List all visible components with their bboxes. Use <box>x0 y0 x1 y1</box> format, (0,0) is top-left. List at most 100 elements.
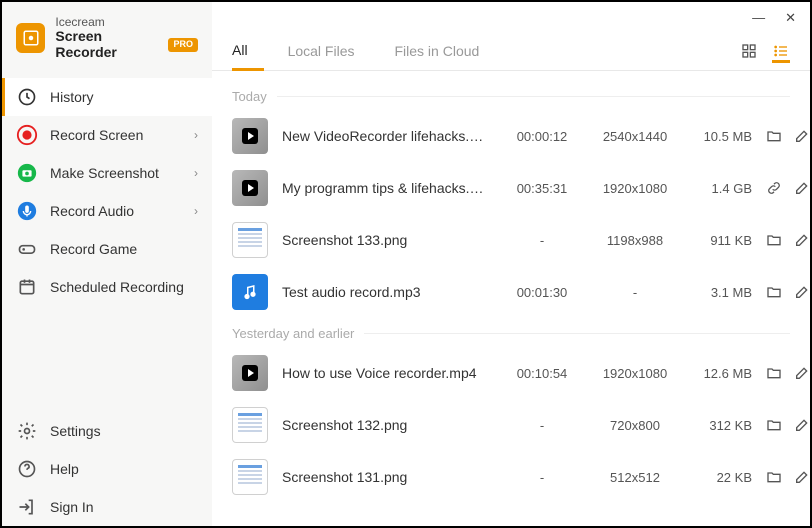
grid-view-button[interactable] <box>740 42 758 60</box>
play-icon <box>242 128 258 144</box>
edit-icon[interactable] <box>794 232 810 248</box>
help-icon <box>16 458 38 480</box>
window-controls: — ✕ <box>212 2 810 26</box>
file-duration: - <box>506 233 578 248</box>
close-button[interactable]: ✕ <box>785 10 796 26</box>
nav-label: Record Screen <box>50 127 182 143</box>
open-folder-icon[interactable] <box>766 128 782 144</box>
tab-local[interactable]: Local Files <box>288 33 371 69</box>
file-row: How to use Voice recorder.mp4 00:10:54 1… <box>212 347 810 399</box>
nav-record-audio[interactable]: Record Audio › <box>2 192 212 230</box>
image-thumbnail[interactable] <box>232 222 268 258</box>
calendar-icon <box>16 276 38 298</box>
nav-scheduled[interactable]: Scheduled Recording <box>2 268 212 306</box>
nav-make-screenshot[interactable]: Make Screenshot › <box>2 154 212 192</box>
file-list: Today New VideoRecorder lifehacks.mp4 00… <box>212 71 810 526</box>
nav-label: Record Game <box>50 241 198 257</box>
main: — ✕ All Local Files Files in Cloud Today… <box>212 2 810 526</box>
open-folder-icon[interactable] <box>766 284 782 300</box>
file-dimensions: 1198x988 <box>592 233 678 248</box>
file-size: 12.6 MB <box>692 366 752 381</box>
edit-icon[interactable] <box>794 469 810 485</box>
file-name[interactable]: Test audio record.mp3 <box>282 284 492 300</box>
nav-history[interactable]: History <box>2 78 212 116</box>
nav-record-screen[interactable]: Record Screen › <box>2 116 212 154</box>
nav-signin[interactable]: Sign In <box>2 488 212 526</box>
edit-icon[interactable] <box>794 284 810 300</box>
pro-badge: PRO <box>168 38 198 52</box>
video-thumbnail[interactable] <box>232 355 268 391</box>
file-row: Screenshot 133.png - 1198x988 911 KB <box>212 214 810 266</box>
tab-all[interactable]: All <box>232 32 264 71</box>
file-row: New VideoRecorder lifehacks.mp4 00:00:12… <box>212 110 810 162</box>
nav-label: History <box>50 89 198 105</box>
brand-logo <box>16 23 45 53</box>
row-actions <box>766 232 810 248</box>
minimize-button[interactable]: — <box>752 10 765 26</box>
nav-footer: Settings Help Sign In <box>2 412 212 526</box>
row-actions <box>766 469 810 485</box>
view-toggle <box>740 42 790 60</box>
image-thumbnail[interactable] <box>232 459 268 495</box>
nav-record-game[interactable]: Record Game <box>2 230 212 268</box>
file-size: 312 KB <box>692 418 752 433</box>
play-icon <box>242 180 258 196</box>
row-actions <box>766 180 810 196</box>
list-view-button[interactable] <box>772 45 790 63</box>
brand: Icecream Screen RecorderPRO <box>2 2 212 78</box>
file-size: 10.5 MB <box>692 129 752 144</box>
nav-label: Scheduled Recording <box>50 279 198 295</box>
image-thumbnail[interactable] <box>232 407 268 443</box>
signin-icon <box>16 496 38 518</box>
file-name[interactable]: My programm tips & lifehacks.mp4 <box>282 180 492 196</box>
file-row: Screenshot 131.png - 512x512 22 KB <box>212 451 810 503</box>
nav-label: Record Audio <box>50 203 182 219</box>
open-folder-icon[interactable] <box>766 232 782 248</box>
file-duration: - <box>506 470 578 485</box>
edit-icon[interactable] <box>794 180 810 196</box>
play-icon <box>242 365 258 381</box>
edit-icon[interactable] <box>794 365 810 381</box>
gamepad-icon <box>16 238 38 260</box>
file-duration: 00:00:12 <box>506 129 578 144</box>
row-actions <box>766 365 810 381</box>
file-row: My programm tips & lifehacks.mp4 00:35:3… <box>212 162 810 214</box>
tabs: All Local Files Files in Cloud <box>212 32 810 71</box>
video-thumbnail[interactable] <box>232 170 268 206</box>
audio-thumbnail[interactable] <box>232 274 268 310</box>
clock-icon <box>16 86 38 108</box>
file-size: 3.1 MB <box>692 285 752 300</box>
file-name[interactable]: Screenshot 131.png <box>282 469 492 485</box>
tab-cloud[interactable]: Files in Cloud <box>394 33 495 69</box>
file-name[interactable]: Screenshot 133.png <box>282 232 492 248</box>
brand-name: Screen RecorderPRO <box>55 29 198 60</box>
file-dimensions: 1920x1080 <box>592 181 678 196</box>
file-dimensions: 720x800 <box>592 418 678 433</box>
file-size: 1.4 GB <box>692 181 752 196</box>
file-name[interactable]: How to use Voice recorder.mp4 <box>282 365 492 381</box>
file-name[interactable]: Screenshot 132.png <box>282 417 492 433</box>
nav-label: Settings <box>50 423 198 439</box>
row-actions <box>766 417 810 433</box>
video-thumbnail[interactable] <box>232 118 268 154</box>
file-duration: 00:10:54 <box>506 366 578 381</box>
file-dimensions: 2540x1440 <box>592 129 678 144</box>
open-folder-icon[interactable] <box>766 365 782 381</box>
chevron-right-icon: › <box>194 204 198 218</box>
nav-label: Help <box>50 461 198 477</box>
chevron-right-icon: › <box>194 128 198 142</box>
edit-icon[interactable] <box>794 417 810 433</box>
link-icon[interactable] <box>766 180 782 196</box>
nav-settings[interactable]: Settings <box>2 412 212 450</box>
sidebar: Icecream Screen RecorderPRO History Reco… <box>2 2 212 526</box>
nav-label: Make Screenshot <box>50 165 182 181</box>
open-folder-icon[interactable] <box>766 469 782 485</box>
edit-icon[interactable] <box>794 128 810 144</box>
nav-help[interactable]: Help <box>2 450 212 488</box>
microphone-icon <box>16 200 38 222</box>
group-today: Today <box>212 81 810 110</box>
open-folder-icon[interactable] <box>766 417 782 433</box>
file-name[interactable]: New VideoRecorder lifehacks.mp4 <box>282 128 492 144</box>
file-dimensions: 1920x1080 <box>592 366 678 381</box>
app-window: Icecream Screen RecorderPRO History Reco… <box>2 2 810 526</box>
